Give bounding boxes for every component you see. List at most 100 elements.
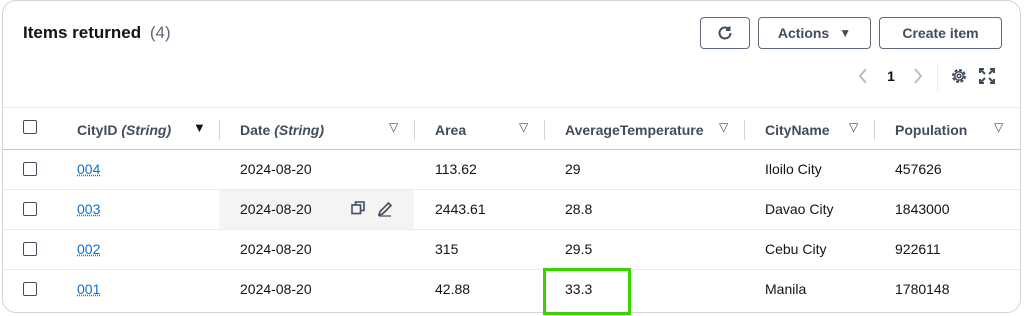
row-select-cell xyxy=(3,190,57,230)
cityname-value: Iloilo City xyxy=(765,161,822,177)
row-select-cell xyxy=(3,270,57,310)
items-title: Items returned (4) xyxy=(23,23,171,43)
cityname-value: Cebu City xyxy=(765,241,827,257)
sort-icon[interactable]: ▽ xyxy=(849,120,858,134)
row-checkbox[interactable] xyxy=(23,242,37,256)
date-header-label: Date (String) xyxy=(240,122,324,138)
row-checkbox[interactable] xyxy=(23,202,37,216)
create-item-button[interactable]: Create item xyxy=(879,17,1002,49)
population-value: 922611 xyxy=(895,241,941,257)
refresh-icon xyxy=(718,26,732,40)
column-header-date[interactable]: Date (String) ▽ xyxy=(219,108,414,150)
date-cell[interactable]: 2024-08-20 xyxy=(219,189,414,230)
averagetemperature-cell[interactable]: 29 xyxy=(544,150,744,190)
cell-actions xyxy=(351,201,393,217)
averagetemperature-value: 28.8 xyxy=(565,201,593,217)
cityid-link[interactable]: 004 xyxy=(77,161,100,177)
table-row[interactable]: 004 2024-08-20 113.62 29 Iloilo City 457… xyxy=(3,149,1020,190)
column-divider[interactable] xyxy=(544,120,545,140)
sort-icon[interactable]: ▽ xyxy=(519,120,528,134)
population-value: 1843000 xyxy=(895,201,950,217)
table-row[interactable]: 002 2024-08-20 315 29.5 Cebu City 922611 xyxy=(3,229,1020,270)
row-select-cell xyxy=(3,150,57,190)
date-header-name: Date xyxy=(240,122,271,138)
population-value: 1780148 xyxy=(895,281,950,297)
area-value: 315 xyxy=(435,241,459,257)
population-cell[interactable]: 922611 xyxy=(874,230,1020,270)
column-header-cityid[interactable]: CityID (String) ▼ xyxy=(57,108,219,150)
sort-icon[interactable]: ▽ xyxy=(389,120,398,134)
averagetemperature-header-label: AverageTemperature xyxy=(565,122,704,138)
actions-label: Actions xyxy=(777,25,830,41)
cityid-link[interactable]: 002 xyxy=(77,241,100,257)
cityname-cell[interactable]: Iloilo City xyxy=(744,150,874,190)
area-value: 2443.61 xyxy=(435,201,486,217)
column-divider[interactable] xyxy=(219,120,220,140)
cityid-header-type: (String) xyxy=(121,122,172,138)
items-panel: Items returned (4) Actions ▼ Create item… xyxy=(2,0,1021,313)
area-cell[interactable]: 315 xyxy=(414,230,544,270)
select-all-cell xyxy=(3,108,57,150)
cityname-cell[interactable]: Davao City xyxy=(744,190,874,230)
items-header: Items returned (4) Actions ▼ Create item… xyxy=(3,1,1020,106)
copy-icon[interactable] xyxy=(351,201,365,215)
date-cell[interactable]: 2024-08-20 xyxy=(219,270,414,310)
averagetemperature-cell[interactable]: 28.8 xyxy=(544,190,744,230)
edit-icon[interactable] xyxy=(377,201,393,217)
column-divider[interactable] xyxy=(414,120,415,140)
column-divider[interactable] xyxy=(744,120,745,140)
gear-icon[interactable] xyxy=(948,65,970,87)
refresh-button[interactable] xyxy=(700,17,750,49)
area-cell[interactable]: 113.62 xyxy=(414,150,544,190)
table-row[interactable]: 001 2024-08-20 42.88 33.3 Manila 1780148 xyxy=(3,269,1020,310)
cityname-cell[interactable]: Manila xyxy=(744,270,874,310)
cityid-link[interactable]: 001 xyxy=(77,281,100,297)
cityname-cell[interactable]: Cebu City xyxy=(744,230,874,270)
population-cell[interactable]: 1843000 xyxy=(874,190,1020,230)
sort-icon[interactable]: ▽ xyxy=(994,120,1003,134)
items-count: (4) xyxy=(149,23,171,42)
row-checkbox[interactable] xyxy=(23,162,37,176)
page-number[interactable]: 1 xyxy=(883,65,899,87)
population-cell[interactable]: 457626 xyxy=(874,150,1020,190)
averagetemperature-cell[interactable]: 29.5 xyxy=(544,230,744,270)
row-checkbox[interactable] xyxy=(23,282,37,296)
table-header-row: CityID (String) ▼ Date (String) ▽ Area ▽… xyxy=(3,107,1020,150)
population-header-label: Population xyxy=(895,122,968,138)
area-cell[interactable]: 2443.61 xyxy=(414,190,544,230)
date-cell[interactable]: 2024-08-20 xyxy=(219,150,414,190)
column-divider[interactable] xyxy=(874,120,875,140)
cityname-value: Manila xyxy=(765,281,807,297)
area-value: 42.88 xyxy=(435,281,471,297)
sort-descending-icon[interactable]: ▼ xyxy=(193,120,206,135)
cityname-value: Davao City xyxy=(765,201,834,217)
actions-button[interactable]: Actions ▼ xyxy=(758,17,871,49)
cityid-header-name: CityID xyxy=(77,122,118,138)
fullscreen-icon[interactable] xyxy=(976,65,998,87)
cityid-link[interactable]: 003 xyxy=(77,201,100,217)
date-cell[interactable]: 2024-08-20 xyxy=(219,230,414,270)
averagetemperature-value: 29.5 xyxy=(565,241,593,257)
cityid-cell[interactable]: 001 xyxy=(57,270,219,310)
chevron-left-icon[interactable] xyxy=(853,65,873,87)
column-header-cityname[interactable]: CityName ▽ xyxy=(744,108,874,150)
area-header-label: Area xyxy=(435,122,467,138)
cityid-cell[interactable]: 002 xyxy=(57,230,219,270)
items-title-label: Items returned xyxy=(23,23,142,42)
column-header-population[interactable]: Population ▽ xyxy=(874,108,1020,150)
column-header-averagetemperature[interactable]: AverageTemperature ▽ xyxy=(544,108,744,150)
cityid-cell[interactable]: 003 xyxy=(57,190,219,230)
date-header-type: (String) xyxy=(274,122,325,138)
sort-icon[interactable]: ▽ xyxy=(719,120,728,134)
cityid-cell[interactable]: 004 xyxy=(57,150,219,190)
population-value: 457626 xyxy=(895,161,942,177)
column-header-area[interactable]: Area ▽ xyxy=(414,108,544,150)
chevron-right-icon[interactable] xyxy=(908,65,928,87)
create-item-label: Create item xyxy=(902,25,979,41)
select-all-checkbox[interactable] xyxy=(23,120,37,134)
cityname-header-label: CityName xyxy=(765,122,830,138)
population-cell[interactable]: 1780148 xyxy=(874,270,1020,310)
table-row[interactable]: 003 2024-08-20 2443.61 28.8 Davao City 1… xyxy=(3,189,1020,230)
area-cell[interactable]: 42.88 xyxy=(414,270,544,310)
selection-highlight-box xyxy=(543,268,631,315)
